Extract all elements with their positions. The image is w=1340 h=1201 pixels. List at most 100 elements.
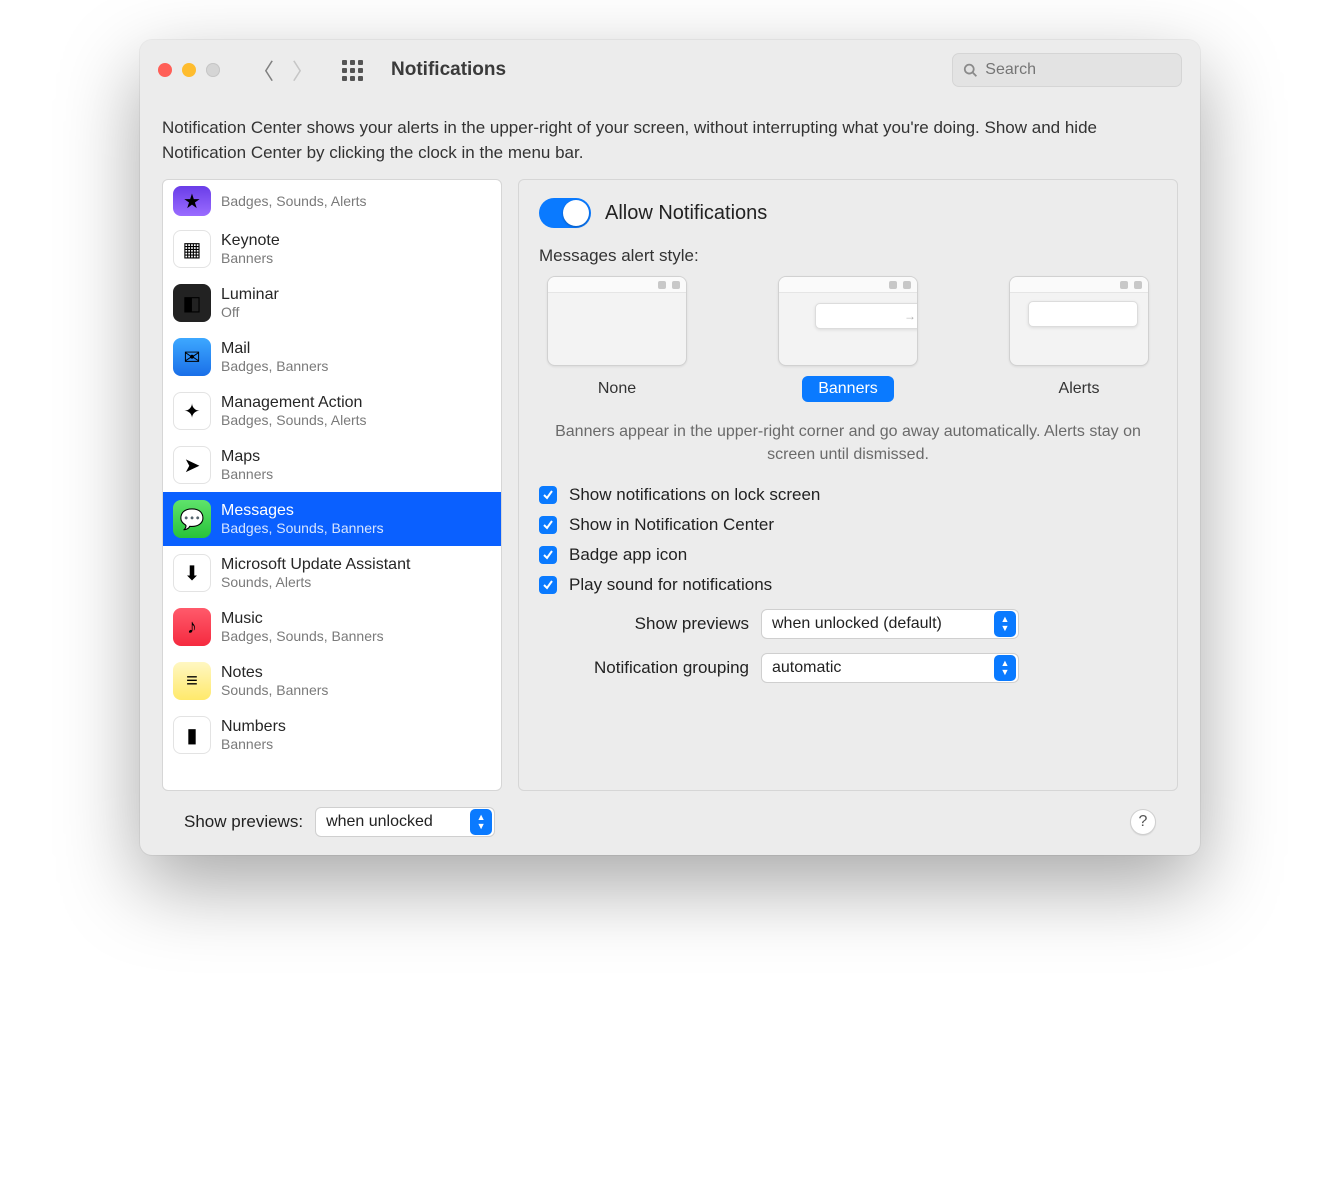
- alert-style-none[interactable]: None: [547, 276, 687, 402]
- app-sub: Sounds, Banners: [221, 682, 328, 699]
- app-item-mail[interactable]: ✉MailBadges, Banners: [163, 330, 501, 384]
- allow-notifications-row: Allow Notifications: [539, 198, 1157, 228]
- maps-icon: ➤: [173, 446, 211, 484]
- search-field-wrap[interactable]: [952, 53, 1182, 87]
- allow-notifications-label: Allow Notifications: [605, 202, 767, 225]
- check-center[interactable]: [539, 516, 557, 534]
- footer-previews-select[interactable]: when unlocked: [315, 807, 495, 837]
- app-item-text: Management ActionBadges, Sounds, Alerts: [221, 393, 367, 429]
- app-item-text: KeynoteBanners: [221, 231, 280, 267]
- show-previews-value: when unlocked (default): [772, 615, 942, 633]
- nav-arrows: 〈 〉: [252, 54, 314, 86]
- show-previews-row: Show previews when unlocked (default): [539, 609, 1157, 639]
- intro-text: Notification Center shows your alerts in…: [162, 116, 1178, 165]
- app-item-notes[interactable]: ≡ NotesSounds, Banners: [163, 654, 501, 708]
- help-button[interactable]: ?: [1130, 809, 1156, 835]
- show-all-icon[interactable]: [342, 60, 363, 81]
- app-item-text: MusicBadges, Sounds, Banners: [221, 609, 384, 645]
- app-item-keynote[interactable]: ▦ KeynoteBanners: [163, 222, 501, 276]
- keynote-icon: ▦: [173, 230, 211, 268]
- footer-previews-value: when unlocked: [326, 813, 433, 831]
- style-label-alerts: Alerts: [1043, 376, 1116, 402]
- back-button[interactable]: 〈: [252, 54, 274, 86]
- app-sub: Badges, Sounds, Alerts: [221, 193, 367, 210]
- app-list[interactable]: ★Badges, Sounds, Alerts▦KeynoteBanners◧L…: [162, 179, 502, 791]
- preferences-window: 〈 〉 Notifications Notification Center sh…: [140, 40, 1200, 855]
- zoom-window-button: [206, 63, 220, 77]
- app-name: Numbers: [221, 717, 286, 736]
- app-item-text: Microsoft Update AssistantSounds, Alerts: [221, 555, 410, 591]
- alert-style-row: None → Banners Alerts: [539, 276, 1157, 402]
- content: Notification Center shows your alerts in…: [140, 100, 1200, 855]
- search-input[interactable]: [985, 61, 1171, 79]
- app-sub: Banners: [221, 250, 280, 267]
- app-item-text: LuminarOff: [221, 285, 279, 321]
- check-sound[interactable]: [539, 576, 557, 594]
- check-lockscreen[interactable]: [539, 486, 557, 504]
- app-item-microsoft-update-assistant[interactable]: ⬇ Microsoft Update AssistantSounds, Alert…: [163, 546, 501, 600]
- check-sound-row: Play sound for notifications: [539, 575, 1157, 595]
- show-previews-label: Show previews: [539, 614, 749, 634]
- select-stepper-icon: [994, 655, 1016, 681]
- check-badge-label: Badge app icon: [569, 545, 687, 565]
- app-item-music[interactable]: ♪ MusicBadges, Sounds, Banners: [163, 600, 501, 654]
- app-name: Mail: [221, 339, 328, 358]
- alert-style-alerts[interactable]: Alerts: [1009, 276, 1149, 402]
- app-sub: Off: [221, 304, 279, 321]
- grouping-row: Notification grouping automatic: [539, 653, 1157, 683]
- forward-button: 〉: [292, 54, 314, 86]
- close-window-button[interactable]: [158, 63, 172, 77]
- grouping-label: Notification grouping: [539, 658, 749, 678]
- music-icon: ♪: [173, 608, 211, 646]
- check-badge-row: Badge app icon: [539, 545, 1157, 565]
- messages-icon: 💬: [173, 500, 211, 538]
- app-item-luminar[interactable]: ◧ LuminarOff: [163, 276, 501, 330]
- app-sub: Banners: [221, 466, 273, 483]
- app-item-top[interactable]: ★ Badges, Sounds, Alerts: [163, 180, 501, 222]
- style-thumb-none: [547, 276, 687, 366]
- app-sub: Badges, Sounds, Banners: [221, 628, 384, 645]
- grouping-select[interactable]: automatic: [761, 653, 1019, 683]
- app-sub: Badges, Banners: [221, 358, 328, 375]
- msupdate-icon: ⬇: [173, 554, 211, 592]
- app-name: Keynote: [221, 231, 280, 250]
- check-center-row: Show in Notification Center: [539, 515, 1157, 535]
- minimize-window-button[interactable]: [182, 63, 196, 77]
- luminar-icon: ◧: [173, 284, 211, 322]
- app-name: Management Action: [221, 393, 367, 412]
- app-name: Luminar: [221, 285, 279, 304]
- allow-notifications-toggle[interactable]: [539, 198, 591, 228]
- app-item-maps[interactable]: ➤ MapsBanners: [163, 438, 501, 492]
- star-icon: ★: [173, 186, 211, 216]
- app-item-numbers[interactable]: ▮NumbersBanners: [163, 708, 501, 762]
- app-item-text: MapsBanners: [221, 447, 273, 483]
- style-label-banners: Banners: [802, 376, 894, 402]
- check-badge[interactable]: [539, 546, 557, 564]
- app-item-management-action[interactable]: ✦ Management ActionBadges, Sounds, Alerts: [163, 384, 501, 438]
- app-item-text: NotesSounds, Banners: [221, 663, 328, 699]
- app-name: Notes: [221, 663, 328, 682]
- style-thumb-banners: →: [778, 276, 918, 366]
- footer: Show previews: when unlocked ?: [162, 791, 1178, 837]
- notes-icon: ≡: [173, 662, 211, 700]
- style-thumb-alerts: [1009, 276, 1149, 366]
- show-previews-select[interactable]: when unlocked (default): [761, 609, 1019, 639]
- alert-style-description: Banners appear in the upper-right corner…: [549, 420, 1147, 466]
- check-sound-label: Play sound for notifications: [569, 575, 772, 595]
- search-icon: [963, 62, 977, 78]
- management-icon: ✦: [173, 392, 211, 430]
- check-lockscreen-row: Show notifications on lock screen: [539, 485, 1157, 505]
- select-stepper-icon: [994, 611, 1016, 637]
- app-item-text: MailBadges, Banners: [221, 339, 328, 375]
- app-sub: Badges, Sounds, Alerts: [221, 412, 367, 429]
- app-sub: Sounds, Alerts: [221, 574, 410, 591]
- app-item-text: MessagesBadges, Sounds, Banners: [221, 501, 384, 537]
- app-item-messages[interactable]: 💬 MessagesBadges, Sounds, Banners: [163, 492, 501, 546]
- titlebar: 〈 〉 Notifications: [140, 40, 1200, 100]
- style-label-none: None: [582, 376, 652, 402]
- check-center-label: Show in Notification Center: [569, 515, 774, 535]
- window-controls: [158, 63, 220, 77]
- alert-style-banners[interactable]: → Banners: [778, 276, 918, 402]
- app-sub: Badges, Sounds, Banners: [221, 520, 384, 537]
- app-name: Music: [221, 609, 384, 628]
